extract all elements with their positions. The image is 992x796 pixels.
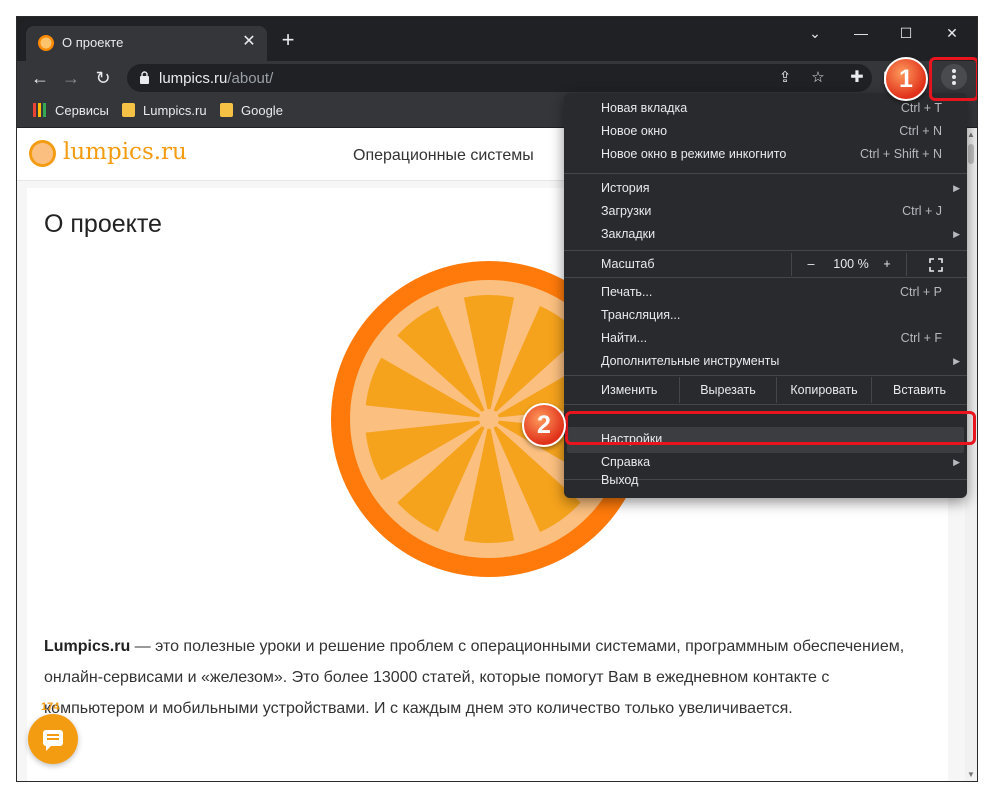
article-brand: Lumpics.ru (44, 638, 131, 655)
tab-bar: О проекте ✕ + ⌄ — ☐ ✕ (17, 17, 977, 61)
menu-label: Новое окно (601, 124, 668, 138)
bookmark-star-icon[interactable]: ☆ (808, 68, 828, 88)
orange-logo-icon[interactable] (29, 140, 56, 167)
nav-operating-systems[interactable]: Операционные системы (353, 147, 534, 165)
menu-separator (564, 173, 967, 174)
share-page-icon[interactable]: ⇪ (775, 68, 795, 88)
step1-highlight-box (929, 57, 977, 101)
menu-label: Закладки (601, 227, 656, 241)
submenu-arrow-icon: ▶ (953, 183, 960, 193)
bookmark-google[interactable]: Google (220, 101, 283, 121)
apps-icon (33, 103, 47, 117)
menu-label: Дополнительные инструменты (601, 354, 780, 368)
close-window-button[interactable]: ✕ (937, 23, 967, 43)
menu-item-history[interactable]: История ▶ (564, 177, 967, 200)
tab-close-icon[interactable]: ✕ (239, 32, 259, 52)
menu-separator (564, 404, 967, 405)
menu-shortcut: Ctrl + J (902, 204, 942, 218)
step2-badge: 2 (522, 403, 566, 447)
menu-label: Новое окно в режиме инкогнито (601, 147, 787, 161)
step2-highlight-box (565, 411, 976, 445)
scroll-thumb[interactable] (968, 144, 974, 164)
reload-button[interactable]: ↻ (90, 65, 116, 91)
bookmark-label: Lumpics.ru (143, 103, 207, 118)
scroll-up-arrow-icon[interactable]: ▲ (967, 130, 975, 139)
scroll-down-arrow-icon[interactable]: ▼ (967, 770, 975, 779)
bookmark-lumpics[interactable]: Lumpics.ru (122, 101, 207, 121)
menu-label: Трансляция... (601, 308, 681, 322)
menu-label: Загрузки (601, 204, 652, 218)
folder-icon (122, 103, 135, 117)
step1-badge: 1 (884, 57, 928, 101)
menu-item-print[interactable]: Печать... Ctrl + P (564, 281, 967, 304)
url-host: lumpics.ru (159, 70, 228, 87)
menu-label: История (601, 181, 650, 195)
menu-item-find[interactable]: Найти... Ctrl + F (564, 327, 967, 350)
orange-favicon-icon (38, 35, 54, 51)
lock-icon (140, 71, 149, 84)
browser-toolbar: ← → ↻ lumpics.ru/about/ ⇪ ☆ ✚ ▯ (17, 61, 977, 95)
forward-button[interactable]: → (58, 65, 84, 91)
menu-item-cast[interactable]: Трансляция... (564, 304, 967, 327)
article-text: — это полезные уроки и решение проблем с… (44, 638, 905, 717)
maximize-button[interactable]: ☐ (891, 23, 921, 43)
menu-separator (564, 375, 967, 376)
back-button[interactable]: ← (27, 65, 53, 91)
zoom-level: 100 % (833, 257, 869, 271)
menu-label: Изменить (601, 383, 658, 397)
menu-shortcut: Ctrl + N (899, 124, 942, 138)
site-logo-text[interactable]: lumpics.ru (63, 139, 187, 165)
bookmark-services[interactable]: Сервисы (33, 101, 109, 121)
extensions-puzzle-icon[interactable]: ✚ (847, 68, 867, 88)
menu-label: Найти... (601, 331, 648, 345)
share-icon[interactable] (904, 781, 954, 782)
folder-icon (220, 103, 233, 117)
browser-window: О проекте ✕ + ⌄ — ☐ ✕ ← → ↻ lumpics.ru/a… (16, 16, 978, 782)
menu-item-incognito[interactable]: Новое окно в режиме инкогнито Ctrl + Shif… (564, 143, 967, 166)
bookmark-label: Google (241, 103, 283, 118)
menu-item-zoom: Масштаб – 100 % + (564, 253, 967, 276)
zoom-separator (906, 253, 907, 276)
menu-label: Выход (601, 473, 639, 487)
zoom-out-button[interactable]: – (800, 253, 822, 276)
menu-item-new-window[interactable]: Новое окно Ctrl + N (564, 120, 967, 143)
menu-label: Масштаб (601, 257, 655, 271)
chat-count-badge: 174 (41, 701, 60, 713)
tab-title: О проекте (62, 35, 124, 50)
new-tab-button[interactable]: + (277, 29, 299, 52)
paste-button[interactable]: Вставить (872, 379, 967, 402)
chat-button[interactable] (28, 714, 78, 764)
menu-separator (564, 250, 967, 251)
submenu-arrow-icon: ▶ (953, 356, 960, 366)
menu-separator (564, 277, 967, 278)
submenu-arrow-icon: ▶ (953, 229, 960, 239)
article-body: Lumpics.ru — это полезные уроки и решени… (44, 631, 924, 724)
minimize-button[interactable]: — (846, 23, 876, 43)
menu-item-exit-row[interactable]: Выход (564, 469, 967, 492)
tab-search-icon[interactable]: ⌄ (800, 23, 830, 43)
url-path: /about/ (227, 70, 274, 87)
zoom-separator (791, 253, 792, 276)
menu-label: Новая вкладка (601, 101, 688, 115)
bookmark-label: Сервисы (55, 103, 109, 118)
menu-shortcut: Ctrl + Shift + N (860, 147, 942, 161)
tab-about[interactable]: О проекте ✕ (26, 26, 267, 61)
menu-item-downloads[interactable]: Загрузки Ctrl + J (564, 200, 967, 223)
page-title: О проекте (44, 210, 162, 238)
menu-item-bookmarks[interactable]: Закладки ▶ (564, 223, 967, 246)
menu-label: Печать... (601, 285, 653, 299)
cut-button[interactable]: Вырезать (680, 379, 776, 402)
menu-item-more-tools[interactable]: Дополнительные инструменты ▶ (564, 350, 967, 373)
menu-shortcut: Ctrl + P (899, 285, 942, 299)
address-bar[interactable]: lumpics.ru/about/ ⇪ ☆ (127, 64, 872, 92)
menu-item-edit: Изменить Вырезать Копировать Вставить (564, 377, 967, 403)
menu-shortcut: Ctrl + F (900, 331, 942, 345)
zoom-in-button[interactable]: + (876, 253, 898, 276)
chat-bubble-icon (43, 730, 63, 751)
copy-button[interactable]: Копировать (777, 379, 871, 402)
url-text: lumpics.ru/about/ (159, 70, 273, 87)
fullscreen-icon[interactable] (929, 258, 943, 272)
